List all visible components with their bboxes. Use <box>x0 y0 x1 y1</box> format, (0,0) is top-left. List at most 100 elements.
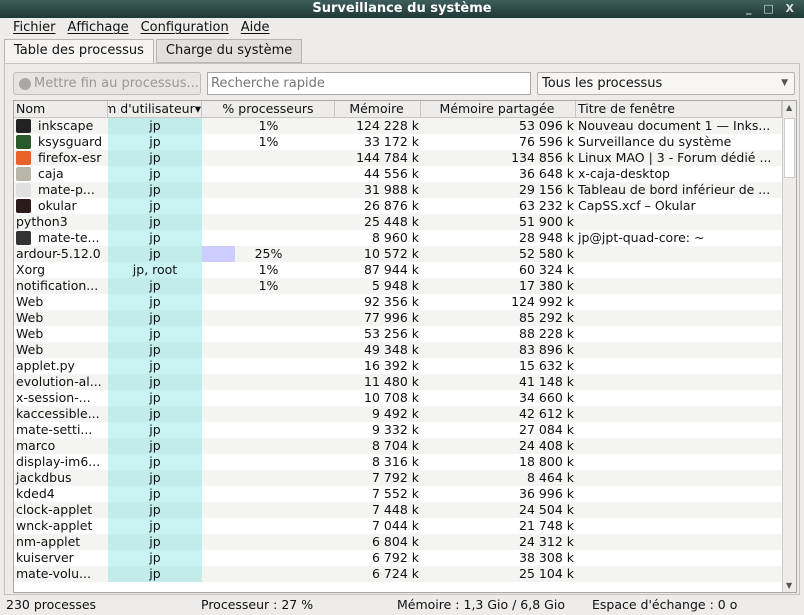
memory-cell: 33 172 k <box>364 134 419 149</box>
window-controls[interactable]: _ □ X <box>746 0 798 17</box>
process-name: okular <box>38 198 77 213</box>
shared-memory-cell: 28 948 k <box>519 230 574 245</box>
table-row[interactable]: caja jp 44 556 k 36 648 k x-caja-desktop <box>14 166 796 182</box>
table-row[interactable]: inkscape jp 1% 124 228 k 53 096 k Nouvea… <box>14 118 796 134</box>
scroll-up-icon[interactable]: ▲ <box>786 103 792 112</box>
table-row[interactable]: mate-volu... jp 6 724 k 25 104 k <box>14 566 796 582</box>
user-cell: jp <box>108 438 202 454</box>
menu-bar: Fichier Affichage Configuration Aide <box>0 18 804 38</box>
process-name: firefox-esr <box>38 150 102 165</box>
kill-process-button[interactable]: Mettre fin au processus... <box>13 72 201 95</box>
window-title-cell <box>576 358 782 374</box>
user-cell: jp <box>108 278 202 294</box>
shared-memory-cell: 83 896 k <box>519 342 574 357</box>
table-row[interactable]: Web jp 77 996 k 85 292 k <box>14 310 796 326</box>
table-row[interactable]: kded4 jp 7 552 k 36 996 k <box>14 486 796 502</box>
cpu-cell: 1% <box>202 134 335 150</box>
memory-cell: 8 316 k <box>372 454 419 469</box>
process-name: ksysguard <box>38 134 103 149</box>
table-row[interactable]: ksysguard jp 1% 33 172 k 76 596 k Survei… <box>14 134 796 150</box>
shared-memory-cell: 24 408 k <box>519 438 574 453</box>
shared-memory-cell: 18 800 k <box>519 454 574 469</box>
memory-cell: 92 356 k <box>364 294 419 309</box>
table-row[interactable]: clock-applet jp 7 448 k 24 504 k <box>14 502 796 518</box>
cpu-cell <box>202 486 335 502</box>
shared-memory-cell: 24 504 k <box>519 502 574 517</box>
process-name: nm-applet <box>16 534 81 549</box>
table-row[interactable]: python3 jp 25 448 k 51 900 k <box>14 214 796 230</box>
tab-system-load[interactable]: Charge du système <box>155 39 303 63</box>
cpu-value: 1% <box>258 278 279 293</box>
column-name[interactable]: Nom <box>14 101 108 117</box>
user-cell: jp, root <box>108 262 202 278</box>
table-row[interactable]: Xorg jp, root 1% 87 944 k 60 324 k <box>14 262 796 278</box>
shared-memory-cell: 53 096 k <box>519 118 574 133</box>
memory-cell: 124 228 k <box>356 118 419 133</box>
table-row[interactable]: Web jp 53 256 k 88 228 k <box>14 326 796 342</box>
menu-configuration[interactable]: Configuration <box>141 18 229 38</box>
menu-aide[interactable]: Aide <box>241 18 270 38</box>
cpu-cell: 1% <box>202 262 335 278</box>
window-title-cell: Tableau de bord inférieur de ... <box>578 182 771 197</box>
menu-fichier[interactable]: Fichier <box>13 18 56 38</box>
window-title-cell: x-caja-desktop <box>578 166 670 181</box>
table-row[interactable]: mate-te... jp 8 960 k 28 948 k jp@jpt-qu… <box>14 230 796 246</box>
window-title: Surveillance du système <box>312 1 492 16</box>
process-name: kaccessible... <box>16 406 100 421</box>
column-shared-memory[interactable]: Mémoire partagée <box>421 101 576 117</box>
table-row[interactable]: kaccessible... jp 9 492 k 42 612 k <box>14 406 796 422</box>
column-user[interactable]: ▾Nom d'utilisateur <box>108 101 202 117</box>
column-cpu[interactable]: % processeurs <box>202 101 335 117</box>
process-name-cell: clock-applet <box>14 502 108 518</box>
vertical-scrollbar[interactable]: ▲ ▼ <box>782 101 796 592</box>
process-name-cell: firefox-esr <box>14 150 108 166</box>
scroll-down-icon[interactable]: ▼ <box>786 581 792 590</box>
process-name-cell: Web <box>14 342 108 358</box>
table-row[interactable]: mate-setti... jp 9 332 k 27 084 k <box>14 422 796 438</box>
memory-cell: 7 044 k <box>372 518 419 533</box>
memory-cell: 7 792 k <box>372 470 419 485</box>
cpu-cell <box>202 438 335 454</box>
table-row[interactable]: evolution-al... jp 11 480 k 41 148 k <box>14 374 796 390</box>
process-filter-select[interactable]: Tous les processus ▼ <box>537 72 795 95</box>
process-name-cell: caja <box>14 166 108 182</box>
table-row[interactable]: jackdbus jp 7 792 k 8 464 k <box>14 470 796 486</box>
table-row[interactable]: marco jp 8 704 k 24 408 k <box>14 438 796 454</box>
table-row[interactable]: wnck-applet jp 7 044 k 21 748 k <box>14 518 796 534</box>
column-window-title[interactable]: Titre de fenêtre <box>576 101 782 117</box>
table-row[interactable]: mate-p... jp 31 988 k 29 156 k Tableau d… <box>14 182 796 198</box>
process-name: clock-applet <box>16 502 93 517</box>
table-row[interactable]: ardour-5.12.0 jp 25% 10 572 k 52 580 k <box>14 246 796 262</box>
panel-icon <box>16 183 31 197</box>
quick-search-input[interactable] <box>207 72 531 95</box>
table-row[interactable]: Web jp 92 356 k 124 992 k <box>14 294 796 310</box>
window-title-cell <box>576 454 782 470</box>
table-row[interactable]: kuiserver jp 6 792 k 38 308 k <box>14 550 796 566</box>
table-row[interactable]: display-im6... jp 8 316 k 18 800 k <box>14 454 796 470</box>
table-row[interactable]: firefox-esr jp 144 784 k 134 856 k Linux… <box>14 150 796 166</box>
cpu-usage-bar <box>202 246 236 262</box>
menu-affichage[interactable]: Affichage <box>68 18 129 38</box>
table-row[interactable]: okular jp 26 876 k 63 232 k CapSS.xcf – … <box>14 198 796 214</box>
table-row[interactable]: x-session-... jp 10 708 k 34 660 k <box>14 390 796 406</box>
scrollbar-thumb[interactable] <box>784 118 795 178</box>
shared-memory-cell: 63 232 k <box>519 198 574 213</box>
memory-cell: 144 784 k <box>356 150 419 165</box>
table-row[interactable]: notification... jp 1% 5 948 k 17 380 k <box>14 278 796 294</box>
window-title-cell <box>576 438 782 454</box>
table-row[interactable]: nm-applet jp 6 804 k 24 312 k <box>14 534 796 550</box>
window-title-cell <box>576 406 782 422</box>
swap-usage: Espace d'échange : 0 o <box>592 597 738 612</box>
tab-process-table[interactable]: Table des processus <box>4 39 154 65</box>
cpu-cell <box>202 374 335 390</box>
table-row[interactable]: Web jp 49 348 k 83 896 k <box>14 342 796 358</box>
process-name-cell: Web <box>14 310 108 326</box>
memory-cell: 7 552 k <box>372 486 419 501</box>
cpu-usage: Processeur : 27 % <box>201 597 314 612</box>
memory-cell: 6 792 k <box>372 550 419 565</box>
user-cell: jp <box>108 358 202 374</box>
table-row[interactable]: applet.py jp 16 392 k 15 632 k <box>14 358 796 374</box>
memory-cell: 7 448 k <box>372 502 419 517</box>
column-memory[interactable]: Mémoire <box>335 101 421 117</box>
window-title-cell <box>576 534 782 550</box>
